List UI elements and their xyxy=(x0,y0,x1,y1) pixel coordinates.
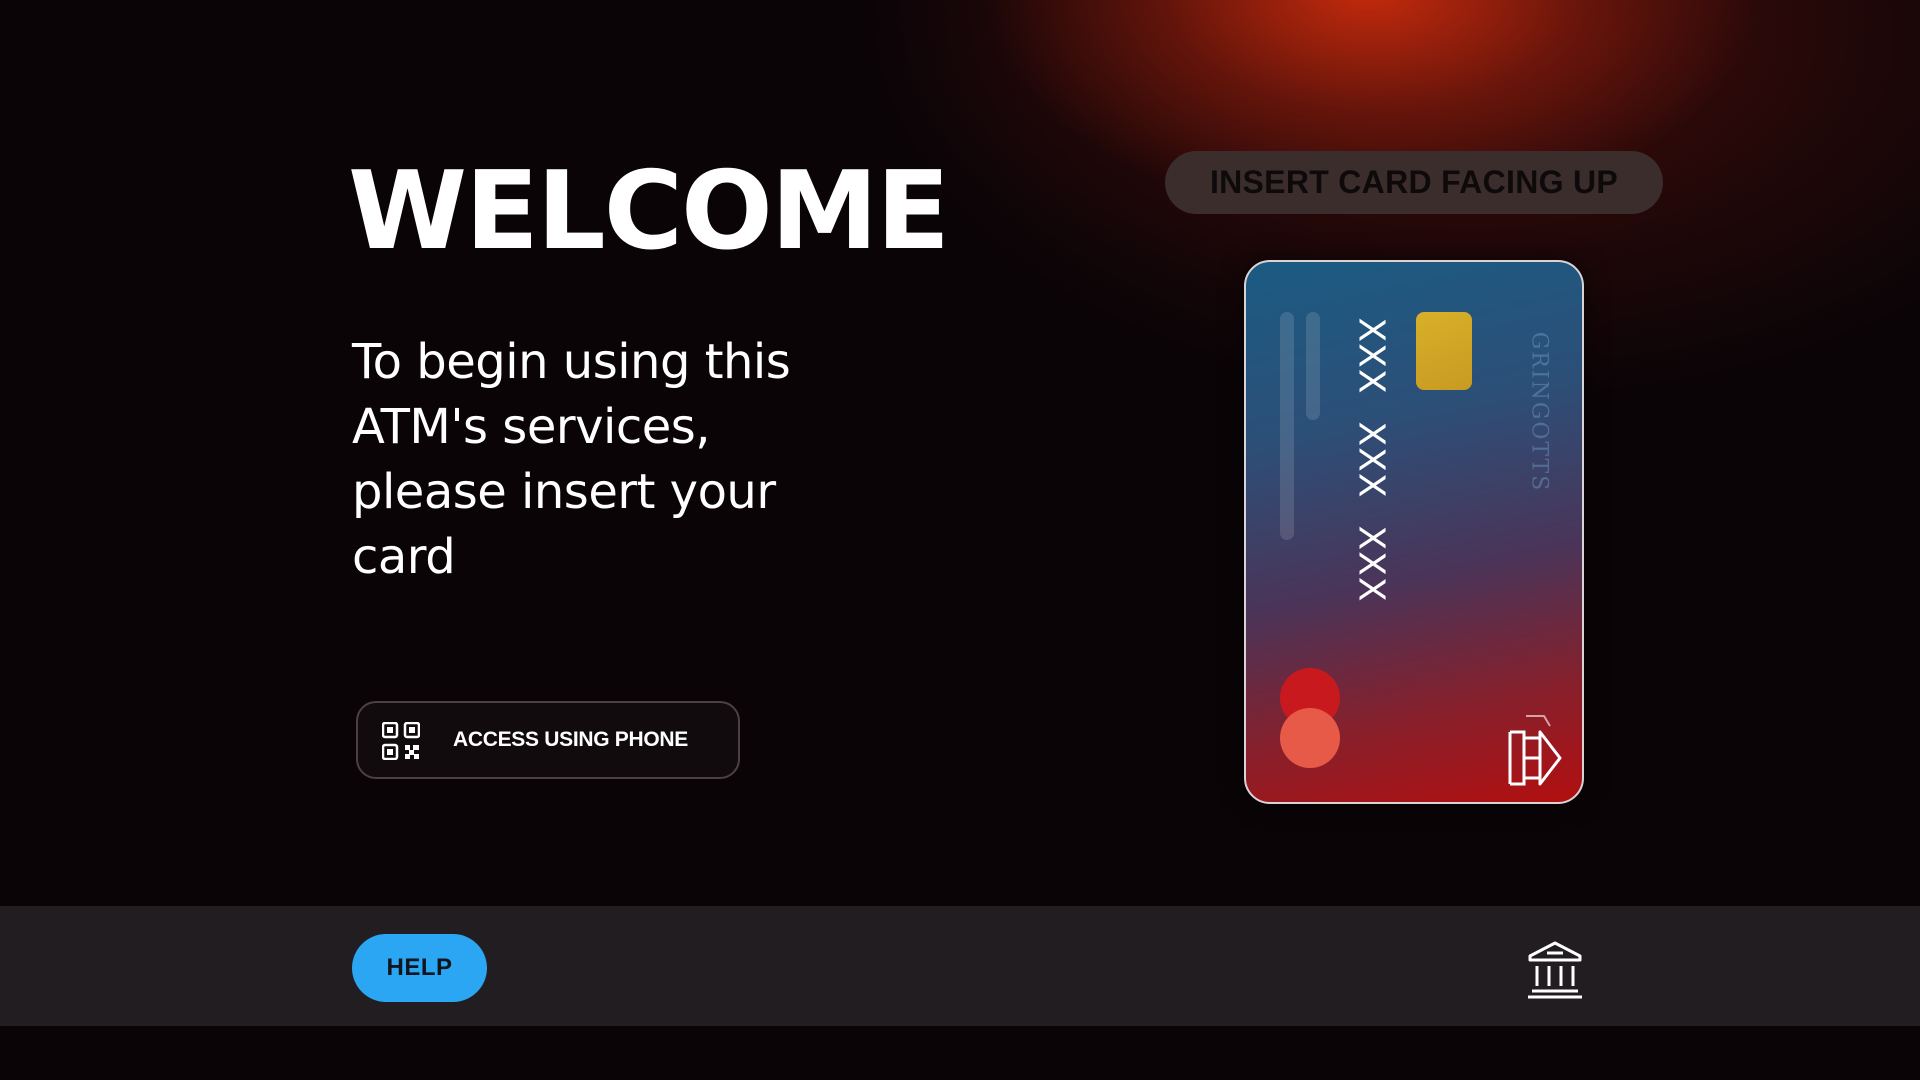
card-number-group: XXX xyxy=(1350,421,1392,499)
bank-logo-icon xyxy=(1508,715,1562,786)
card-network-circle xyxy=(1280,708,1340,768)
help-button-label: HELP xyxy=(386,954,453,981)
card-chip xyxy=(1416,312,1472,390)
help-button[interactable]: HELP xyxy=(352,934,487,1002)
card-bank-name-text: GRINGOTTS xyxy=(1526,331,1552,493)
insert-card-hint: INSERT CARD FACING UP xyxy=(1165,151,1663,214)
card-illustration: XXX XXX XXX GRINGOTTS xyxy=(1244,260,1584,804)
atm-welcome-screen: WELCOME To begin using this ATM's servic… xyxy=(0,0,1920,1080)
access-using-phone-button[interactable]: ACCESS USING PHONE xyxy=(356,701,740,779)
qr-code-icon xyxy=(382,722,420,760)
card-stripe xyxy=(1306,312,1320,420)
bank-building-icon xyxy=(1528,941,1582,999)
card-number-group: XXX xyxy=(1350,525,1392,603)
insert-card-hint-label: INSERT CARD FACING UP xyxy=(1209,164,1619,200)
access-using-phone-label: ACCESS USING PHONE xyxy=(453,728,688,751)
card-stripe xyxy=(1280,312,1294,540)
welcome-title: WELCOME xyxy=(348,149,950,274)
card-bank-name: GRINGOTTS xyxy=(1524,322,1554,502)
card-number-group: XXX xyxy=(1350,317,1392,395)
card-number: XXX XXX XXX xyxy=(1350,316,1392,612)
instructions-text: To begin using this ATM's services, plea… xyxy=(352,334,791,585)
footer-bar xyxy=(0,906,1920,1026)
